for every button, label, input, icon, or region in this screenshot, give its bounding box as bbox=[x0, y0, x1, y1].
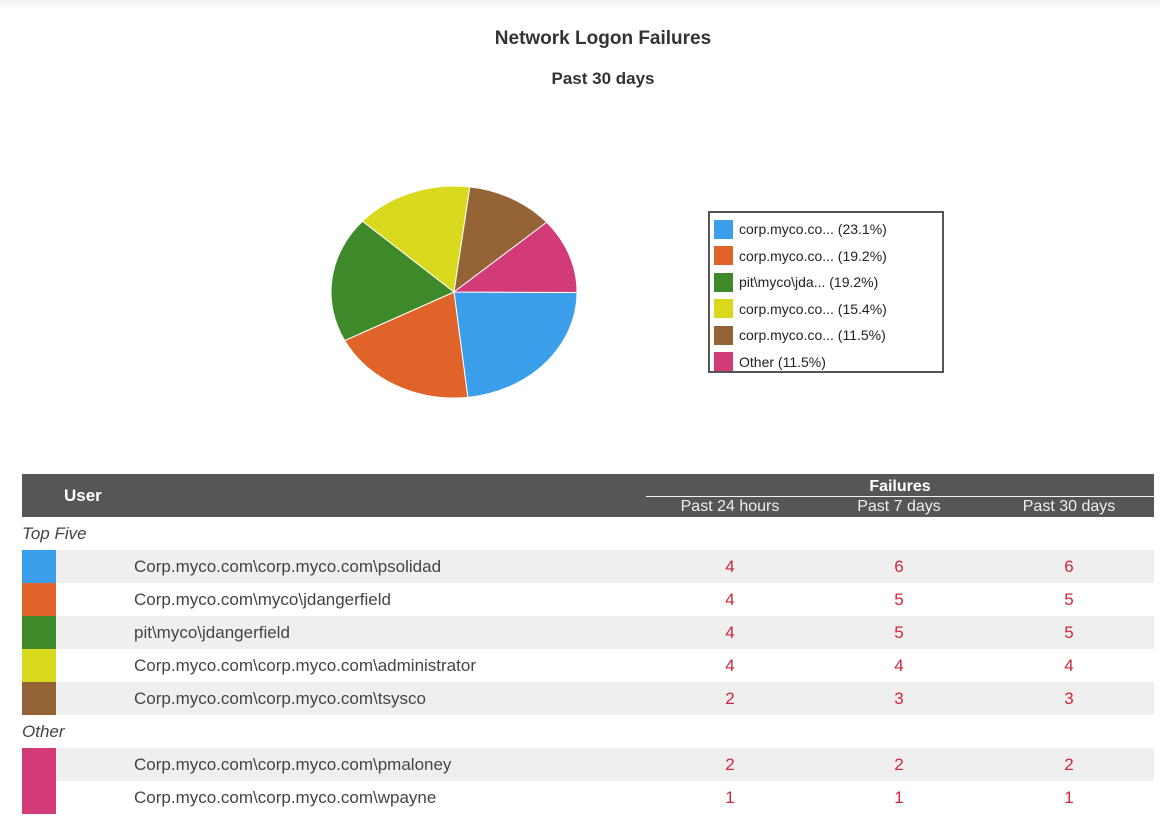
col-past-30-days: Past 30 days bbox=[1022, 498, 1116, 515]
failures-table: User Failures Past 24 hours Past 7 days … bbox=[22, 474, 1154, 814]
user-cell: Corp.myco.com\corp.myco.com\administrato… bbox=[134, 655, 476, 675]
past-24-hours-cell: 4 bbox=[646, 550, 814, 583]
chart-legend: corp.myco.co... (23.1%) corp.myco.co... (… bbox=[708, 211, 944, 373]
past-30-days-cell: 5 bbox=[1064, 589, 1074, 609]
row-color-swatch bbox=[22, 781, 56, 814]
past-7-days-cell: 3 bbox=[814, 682, 984, 715]
table-row: Corp.myco.com\myco\jdangerfield 4 5 5 bbox=[22, 583, 1154, 616]
row-color-swatch bbox=[22, 682, 56, 715]
table-row: Corp.myco.com\corp.myco.com\wpayne 1 1 1 bbox=[22, 781, 1154, 814]
table-row: pit\myco\jdangerfield 4 5 5 bbox=[22, 616, 1154, 649]
past-30-days-cell: 3 bbox=[984, 682, 1154, 715]
chart-title: Network Logon Failures bbox=[494, 28, 712, 49]
past-7-days-cell: 4 bbox=[894, 655, 904, 675]
legend-swatch bbox=[714, 272, 733, 292]
chart-subtitle: Past 30 days bbox=[551, 69, 655, 88]
group-row: Top Five bbox=[22, 517, 1154, 550]
row-color-cell bbox=[22, 550, 56, 583]
past-7-days-cell: 5 bbox=[894, 589, 904, 609]
user-cell: Corp.myco.com\corp.myco.com\tsysco bbox=[56, 682, 646, 715]
past-24-hours-cell: 4 bbox=[725, 655, 735, 675]
past-7-days-cell: 2 bbox=[814, 748, 984, 781]
row-color-cell bbox=[22, 748, 56, 781]
row-color-swatch bbox=[22, 550, 56, 583]
past-24-hours-cell: 4 bbox=[646, 616, 814, 649]
table-row: Corp.myco.com\corp.myco.com\administrato… bbox=[22, 649, 1154, 682]
legend-label: corp.myco.co... (23.1%) bbox=[739, 221, 887, 238]
past-7-days-cell: 5 bbox=[814, 616, 984, 649]
row-color-cell bbox=[22, 682, 56, 715]
past-24-hours-cell: 4 bbox=[725, 589, 735, 609]
legend-item-3: pit\myco\jda... (19.2%) bbox=[710, 269, 942, 296]
table-body: Top Five Corp.myco.com\corp.myco.com\psol… bbox=[22, 517, 1154, 814]
past-30-days-cell: 4 bbox=[1064, 655, 1074, 675]
legend-item-5: corp.myco.co... (11.5%) bbox=[710, 322, 942, 349]
user-cell: Corp.myco.com\corp.myco.com\pmaloney bbox=[56, 748, 646, 781]
failures-column-header: Failures bbox=[646, 474, 1154, 497]
table-row: Corp.myco.com\corp.myco.com\pmaloney 2 2 2 bbox=[22, 748, 1154, 781]
row-color-cell bbox=[22, 583, 56, 616]
legend-swatch bbox=[714, 246, 733, 266]
legend-swatch bbox=[714, 299, 733, 319]
past-24-hours-cell: 2 bbox=[646, 748, 814, 781]
group-label: Other bbox=[22, 715, 1154, 748]
past-24-hours-cell: 1 bbox=[725, 787, 735, 807]
legend-label: corp.myco.co... (19.2%) bbox=[739, 247, 887, 264]
past-24-hours-cell: 2 bbox=[646, 682, 814, 715]
user-cell: Corp.myco.com\myco\jdangerfield bbox=[134, 589, 391, 609]
legend-item-1: corp.myco.co... (23.1%) bbox=[710, 216, 942, 243]
user-cell: pit\myco\jdangerfield bbox=[56, 616, 646, 649]
user-cell: Corp.myco.com\corp.myco.com\psolidad bbox=[56, 550, 646, 583]
legend-swatch bbox=[714, 352, 733, 372]
legend-item-2: corp.myco.co... (19.2%) bbox=[710, 243, 942, 270]
past-7-days-cell: 6 bbox=[814, 550, 984, 583]
legend-label: Other (11.5%) bbox=[739, 353, 826, 370]
legend-label: pit\myco\jda... (19.2%) bbox=[739, 274, 879, 291]
legend-swatch bbox=[714, 325, 733, 345]
past-7-days-cell: 1 bbox=[894, 787, 904, 807]
col-past-7-days: Past 7 days bbox=[857, 498, 941, 515]
group-row: Other bbox=[22, 715, 1154, 748]
row-color-swatch bbox=[22, 649, 56, 682]
row-color-swatch bbox=[22, 748, 56, 781]
legend-label: corp.myco.co... (11.5%) bbox=[739, 327, 886, 344]
pie-slice-1 bbox=[453, 291, 578, 398]
user-cell: Corp.myco.com\corp.myco.com\wpayne bbox=[134, 787, 437, 807]
row-color-cell bbox=[22, 616, 56, 649]
top-shadow bbox=[0, 0, 1160, 10]
table-row: Corp.myco.com\corp.myco.com\tsysco 2 3 3 bbox=[22, 682, 1154, 715]
table-row: Corp.myco.com\corp.myco.com\psolidad 4 6 6 bbox=[22, 550, 1154, 583]
group-label: Top Five bbox=[22, 517, 1154, 550]
user-column-header: User bbox=[64, 485, 102, 505]
row-color-swatch bbox=[22, 583, 56, 616]
legend-label: corp.myco.co... (15.4%) bbox=[739, 300, 887, 317]
row-color-cell bbox=[22, 649, 56, 682]
past-30-days-cell: 5 bbox=[984, 616, 1154, 649]
pie-chart bbox=[330, 185, 578, 399]
legend-item-6: Other (11.5%) bbox=[710, 349, 942, 376]
row-color-swatch bbox=[22, 616, 56, 649]
row-color-cell bbox=[22, 781, 56, 814]
legend-item-4: corp.myco.co... (15.4%) bbox=[710, 296, 942, 323]
past-30-days-cell: 1 bbox=[1064, 787, 1074, 807]
past-30-days-cell: 6 bbox=[984, 550, 1154, 583]
legend-swatch bbox=[714, 219, 733, 239]
past-30-days-cell: 2 bbox=[984, 748, 1154, 781]
col-past-24-hours: Past 24 hours bbox=[680, 498, 780, 515]
